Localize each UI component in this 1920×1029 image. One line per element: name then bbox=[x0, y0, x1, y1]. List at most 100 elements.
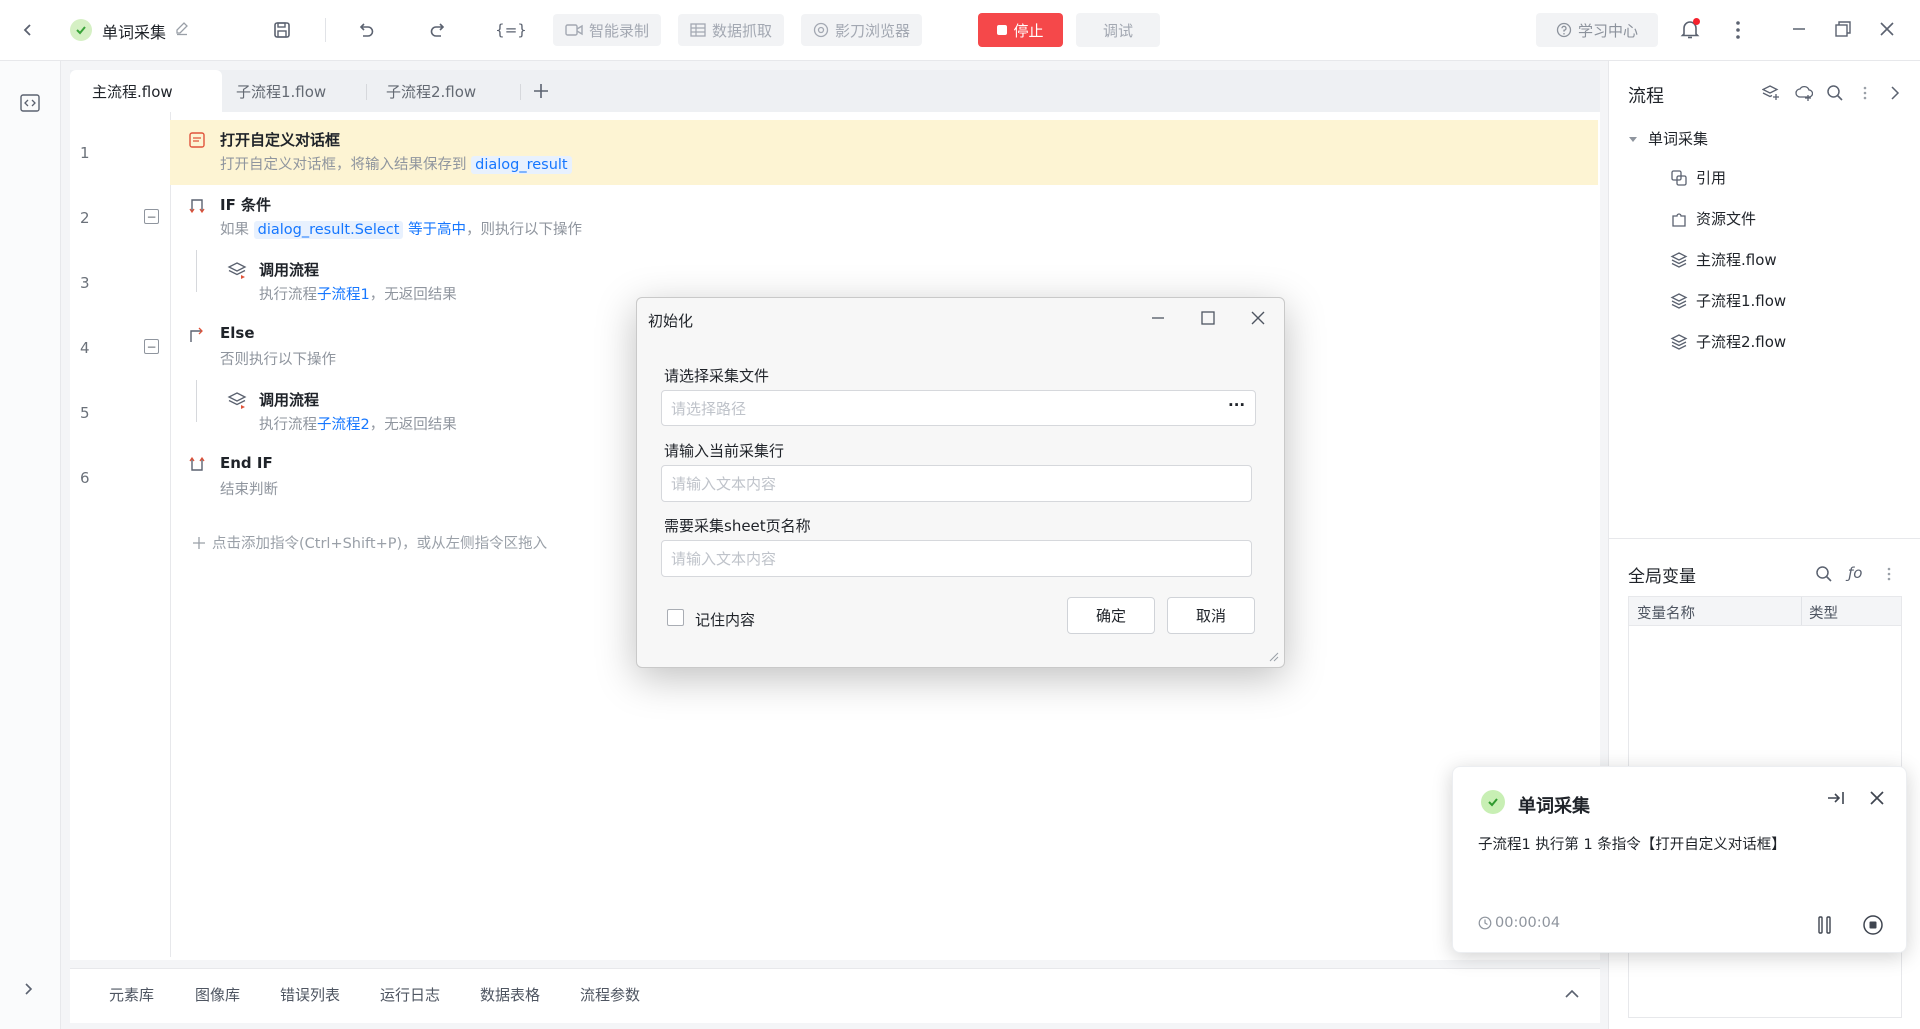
tree-item-subflow-1[interactable]: 子流程1.flow bbox=[1670, 290, 1786, 311]
smart-record-button[interactable]: 智能录制 bbox=[553, 14, 662, 46]
tab-element-library[interactable]: 元素库 bbox=[109, 984, 154, 1005]
indent-guide bbox=[196, 250, 197, 292]
bell-icon[interactable] bbox=[1678, 17, 1702, 41]
expand-rail-icon[interactable] bbox=[22, 982, 34, 996]
add-resource-icon[interactable] bbox=[1795, 84, 1813, 102]
elapsed-timer: 00:00:04 bbox=[1478, 915, 1560, 931]
save-icon[interactable] bbox=[268, 16, 296, 44]
tree-root[interactable]: 单词采集 bbox=[1628, 128, 1708, 149]
step-title: Else bbox=[220, 324, 255, 342]
tab-data-table[interactable]: 数据表格 bbox=[480, 984, 540, 1005]
line-gutter bbox=[70, 112, 171, 957]
row-field-label: 请输入当前采集行 bbox=[664, 442, 785, 460]
close-icon[interactable] bbox=[1869, 790, 1885, 806]
step-description: 如果 dialog_result.Select 等于高中，则执行以下操作 bbox=[220, 218, 582, 239]
tab-run-log[interactable]: 运行日志 bbox=[380, 984, 440, 1005]
ok-button[interactable]: 确定 bbox=[1067, 597, 1155, 634]
minimize-icon[interactable] bbox=[1791, 21, 1807, 37]
dock-icon[interactable] bbox=[1826, 789, 1846, 807]
call-flow-icon bbox=[227, 261, 247, 279]
restore-icon[interactable] bbox=[1834, 20, 1852, 38]
subflow-link[interactable]: 子流程1 bbox=[317, 287, 370, 303]
step-description: 打开自定义对话框，将输入结果保存到 dialog_result bbox=[220, 153, 572, 174]
tab-subflow-2[interactable]: 子流程2.flow bbox=[386, 70, 518, 112]
collapse-right-panel-icon[interactable] bbox=[1889, 85, 1901, 101]
if-branch-icon bbox=[188, 196, 206, 214]
browser-button[interactable]: 影刀浏览器 bbox=[801, 14, 923, 46]
more-vertical-icon[interactable] bbox=[1734, 19, 1742, 41]
back-icon[interactable] bbox=[14, 16, 42, 44]
sheet-name-input[interactable]: 请输入文本内容 bbox=[661, 540, 1252, 577]
debug-button[interactable]: 调试 bbox=[1076, 13, 1160, 47]
minimize-icon[interactable] bbox=[1150, 310, 1166, 326]
tab-label: 主流程.flow bbox=[92, 82, 173, 101]
help-center-label: 学习中心 bbox=[1577, 21, 1638, 40]
tree-item-label: 子流程1.flow bbox=[1696, 292, 1787, 310]
file-path-input[interactable]: 请选择路径 bbox=[661, 390, 1256, 426]
column-divider bbox=[1801, 597, 1802, 625]
variable-icon[interactable]: {=} bbox=[495, 16, 527, 44]
code-panel-icon[interactable] bbox=[20, 94, 40, 112]
line-number: 5 bbox=[80, 404, 90, 422]
caret-down-icon bbox=[1628, 134, 1638, 144]
step-title: End IF bbox=[220, 454, 273, 472]
dialog-step-icon bbox=[188, 131, 206, 149]
maximize-icon[interactable] bbox=[1200, 310, 1216, 326]
top-toolbar: 单词采集 {=} 智能录制 数据抓取 影刀浏览器 停止 调试 学习中心 bbox=[0, 0, 1920, 61]
search-icon[interactable] bbox=[1826, 84, 1844, 102]
variable-chip[interactable]: dialog_result bbox=[471, 156, 572, 174]
more-vertical-icon[interactable] bbox=[1862, 85, 1868, 101]
tab-image-library[interactable]: 图像库 bbox=[195, 984, 240, 1005]
tree-item-subflow-2[interactable]: 子流程2.flow bbox=[1670, 331, 1786, 352]
tree-item-resources[interactable]: 资源文件 bbox=[1670, 208, 1756, 229]
browse-button[interactable]: ··· bbox=[1228, 396, 1245, 414]
edit-name-icon[interactable] bbox=[174, 20, 190, 36]
pause-icon[interactable] bbox=[1815, 915, 1835, 935]
add-flow-icon[interactable] bbox=[1762, 84, 1780, 102]
tab-subflow-1[interactable]: 子流程1.flow bbox=[236, 70, 368, 112]
tab-error-list[interactable]: 错误列表 bbox=[280, 984, 340, 1005]
function-icon[interactable]: ƒo bbox=[1848, 564, 1862, 582]
plus-icon bbox=[192, 536, 206, 550]
search-icon[interactable] bbox=[1815, 565, 1833, 583]
remember-checkbox[interactable] bbox=[667, 609, 684, 626]
table-icon bbox=[690, 22, 706, 38]
add-tab-icon[interactable] bbox=[532, 82, 550, 100]
more-vertical-icon[interactable] bbox=[1886, 566, 1892, 582]
cancel-button[interactable]: 取消 bbox=[1167, 597, 1255, 634]
flow-layers-icon bbox=[1670, 251, 1688, 269]
redo-icon[interactable] bbox=[424, 16, 452, 44]
flow-layers-icon bbox=[1670, 333, 1688, 351]
stop-button[interactable]: 停止 bbox=[978, 13, 1063, 47]
help-center-button[interactable]: 学习中心 bbox=[1536, 13, 1658, 47]
row-input[interactable]: 请输入文本内容 bbox=[661, 465, 1252, 502]
line-number: 1 bbox=[80, 144, 90, 162]
data-capture-button[interactable]: 数据抓取 bbox=[678, 14, 785, 46]
undo-icon[interactable] bbox=[352, 16, 380, 44]
collapse-toggle[interactable]: − bbox=[144, 209, 159, 224]
step-desc-text: ，无返回结果 bbox=[369, 417, 457, 433]
tab-flow-params[interactable]: 流程参数 bbox=[580, 984, 640, 1005]
add-command-hint[interactable]: 点击添加指令(Ctrl+Shift+P)，或从左侧指令区拖入 bbox=[192, 532, 547, 553]
tab-divider bbox=[366, 84, 367, 100]
condition-text: 等于高中 bbox=[408, 222, 467, 238]
step-description: 执行流程子流程1，无返回结果 bbox=[259, 283, 457, 304]
notification-message: 子流程1 执行第 1 条指令【打开自定义对话框】 bbox=[1478, 837, 1786, 853]
stop-run-icon[interactable] bbox=[1862, 914, 1884, 936]
line-number: 6 bbox=[80, 469, 90, 487]
step-title: 打开自定义对话框 bbox=[220, 131, 341, 149]
close-icon[interactable] bbox=[1250, 310, 1266, 326]
collapse-toggle[interactable]: − bbox=[144, 339, 159, 354]
flow-layers-icon bbox=[1670, 292, 1688, 310]
data-capture-label: 数据抓取 bbox=[712, 21, 773, 40]
close-window-icon[interactable] bbox=[1879, 21, 1895, 37]
subflow-link[interactable]: 子流程2 bbox=[317, 417, 370, 433]
variable-chip[interactable]: dialog_result.Select bbox=[253, 221, 404, 239]
collapse-panel-icon[interactable] bbox=[1564, 988, 1580, 1000]
tree-item-reference[interactable]: 引用 bbox=[1670, 167, 1726, 188]
tree-item-main-flow[interactable]: 主流程.flow bbox=[1670, 249, 1777, 270]
step-title: 调用流程 bbox=[259, 261, 320, 279]
step-description: 结束判断 bbox=[220, 482, 278, 498]
resize-grip-icon[interactable] bbox=[1267, 650, 1279, 662]
tab-main-flow[interactable]: 主流程.flow bbox=[70, 70, 222, 112]
